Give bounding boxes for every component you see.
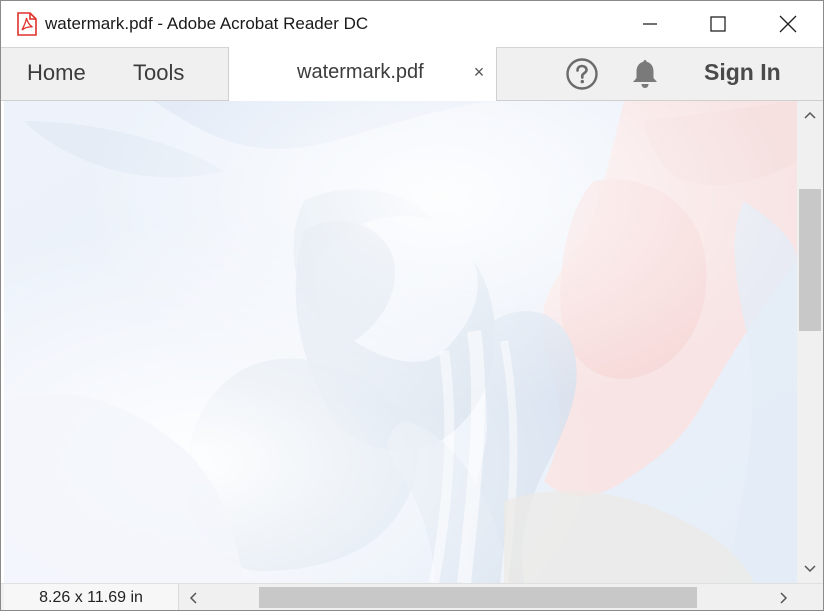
minimize-icon xyxy=(642,16,658,32)
scroll-up-arrow-icon[interactable] xyxy=(797,103,823,127)
home-tab[interactable]: Home xyxy=(27,60,86,86)
sign-in-button[interactable]: Sign In xyxy=(704,59,781,86)
close-window-button[interactable] xyxy=(765,1,811,47)
scroll-left-arrow-icon[interactable] xyxy=(181,585,205,610)
close-icon xyxy=(779,15,797,33)
maximize-button[interactable] xyxy=(695,1,741,47)
document-tab[interactable]: watermark.pdf × xyxy=(228,47,497,101)
help-icon[interactable] xyxy=(565,57,599,91)
vertical-scrollbar[interactable] xyxy=(797,101,823,583)
page-size-indicator: 8.26 x 11.69 in xyxy=(4,584,179,610)
scroll-right-arrow-icon[interactable] xyxy=(772,585,796,610)
top-toolbar: Home Tools watermark.pdf × Sign In xyxy=(1,47,823,101)
document-view[interactable] xyxy=(4,101,797,583)
watermark-image xyxy=(4,101,797,583)
status-bar: 8.26 x 11.69 in xyxy=(1,583,823,610)
horizontal-scroll-thumb[interactable] xyxy=(259,587,697,608)
tools-tab[interactable]: Tools xyxy=(133,60,184,86)
minimize-button[interactable] xyxy=(627,1,673,47)
document-tab-label: watermark.pdf xyxy=(297,61,424,83)
maximize-icon xyxy=(710,16,726,32)
acrobat-pdf-icon xyxy=(17,12,37,36)
scrollbar-corner xyxy=(797,584,823,610)
bell-icon[interactable] xyxy=(629,57,661,91)
vertical-scroll-thumb[interactable] xyxy=(799,189,821,331)
scroll-down-arrow-icon[interactable] xyxy=(797,557,823,581)
acrobat-window: watermark.pdf - Adobe Acrobat Reader DC … xyxy=(0,0,824,611)
title-bar[interactable]: watermark.pdf - Adobe Acrobat Reader DC xyxy=(1,1,823,48)
document-tab-close-icon[interactable]: × xyxy=(469,62,489,82)
window-title: watermark.pdf - Adobe Acrobat Reader DC xyxy=(45,14,369,33)
